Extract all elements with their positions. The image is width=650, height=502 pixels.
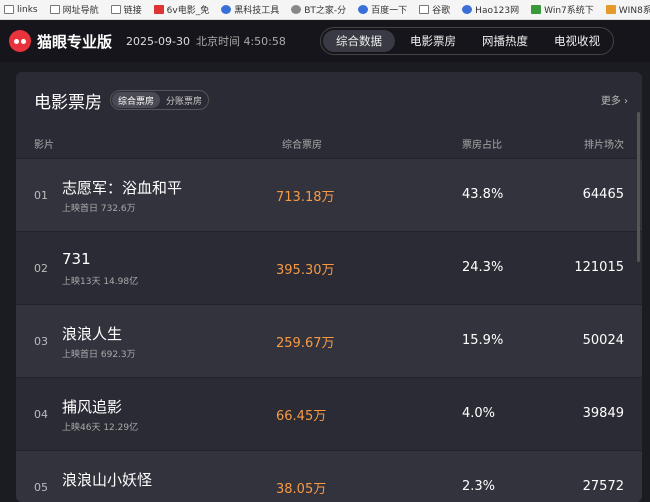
bookmark-label: WIN8系统 — [618, 6, 650, 16]
box-office-toggle: 综合票房 分账票房 — [110, 90, 210, 110]
col-film: 影片 — [34, 139, 54, 151]
chevron-right-icon: › — [624, 96, 628, 107]
folder-icon — [4, 5, 14, 14]
bookmark-nav[interactable]: 网址导航 — [49, 3, 99, 16]
bookmark-label: 6v电影_免 — [166, 6, 210, 16]
bookmark-label: 谷歌 — [432, 6, 451, 16]
nav-comprehensive-data[interactable]: 综合数据 — [323, 30, 395, 52]
bookmark-bt[interactable]: BT之家-分 — [291, 3, 346, 16]
table-row[interactable]: 02 731 上映13天 14.98亿 395.30万 24.3% 121015 — [16, 231, 642, 304]
row-subtitle: 上映13天 14.98亿 — [62, 277, 139, 287]
cat-eye-logo-icon[interactable] — [9, 30, 31, 52]
row-rank: 04 — [34, 408, 48, 421]
main-nav: 综合数据 电影票房 网播热度 电视收视 — [320, 27, 614, 55]
row-title: 浪浪山小妖怪 — [62, 471, 153, 489]
row-rank: 05 — [34, 481, 48, 494]
app-header: 猫眼专业版 2025-09-30 北京时间 4:50:58 综合数据 电影票房 … — [0, 20, 650, 62]
bookmark-label: Win7系统下 — [544, 6, 594, 16]
bookmark-label: 链接 — [123, 6, 142, 16]
row-box-office: 713.18万 — [276, 190, 335, 205]
row-box-office: 66.45万 — [276, 409, 327, 424]
bookmark-links[interactable]: links — [4, 5, 38, 15]
table-body: 01 志愿军：浴血和平 上映首日 732.6万 713.18万 43.8% 64… — [16, 158, 642, 502]
row-rank: 03 — [34, 335, 48, 348]
row-title: 731 — [62, 250, 91, 268]
bookmark-label: Hao123网 — [475, 6, 520, 16]
box-office-panel: 电影票房 综合票房 分账票房 更多 › 影片 综合票房 票房占比 排片场次 01… — [16, 72, 642, 502]
row-shows: 121015 — [574, 260, 624, 275]
nav-movie-box-office[interactable]: 电影票房 — [397, 28, 469, 54]
row-subtitle: 上映首日 692.3万 — [62, 350, 136, 360]
bookmarks-bar: links 网址导航 链接 6v电影_免 黑科技工具 BT之家-分 百度一下 谷… — [0, 0, 650, 20]
nav-web-heat[interactable]: 网播热度 — [469, 28, 541, 54]
row-shows: 39849 — [582, 406, 624, 421]
table-row[interactable]: 04 捕风追影 上映46天 12.29亿 66.45万 4.0% 39849 — [16, 377, 642, 450]
table-header: 影片 综合票房 票房占比 排片场次 — [16, 128, 642, 158]
row-box-office: 38.05万 — [276, 482, 327, 497]
row-title: 捕风追影 — [62, 398, 123, 416]
row-rank: 02 — [34, 262, 48, 275]
site-icon — [605, 5, 616, 14]
bookmark-label: 百度一下 — [371, 6, 408, 16]
folder-icon — [110, 5, 121, 14]
col-box-office: 综合票房 — [282, 139, 322, 151]
bookmark-win7[interactable]: Win7系统下 — [531, 3, 594, 16]
folder-icon — [49, 5, 60, 14]
row-ratio: 43.8% — [462, 187, 504, 202]
bookmark-hao123[interactable]: Hao123网 — [462, 3, 519, 16]
row-subtitle: 上映46天 12.29亿 — [62, 423, 139, 433]
row-title: 志愿军：浴血和平 — [62, 179, 183, 197]
site-icon — [221, 5, 232, 14]
site-icon — [153, 5, 164, 14]
beijing-time: 北京时间 4:50:58 — [195, 35, 286, 48]
bookmark-links2[interactable]: 链接 — [110, 3, 142, 16]
brand-name: 猫眼专业版 — [37, 32, 113, 51]
bookmark-label: links — [17, 4, 38, 15]
scrollbar[interactable] — [637, 112, 640, 262]
site-icon — [462, 5, 473, 14]
more-link[interactable]: 更多 › — [601, 92, 628, 107]
row-ratio: 24.3% — [462, 260, 504, 275]
row-ratio: 2.3% — [462, 479, 496, 494]
folder-icon — [419, 5, 430, 14]
col-ratio: 票房占比 — [462, 139, 502, 151]
table-row[interactable]: 03 浪浪人生 上映首日 692.3万 259.67万 15.9% 50024 — [16, 304, 642, 377]
row-shows: 27572 — [582, 479, 624, 494]
row-rank: 01 — [34, 189, 48, 202]
site-icon — [291, 5, 302, 14]
bookmark-win8[interactable]: WIN8系统 — [605, 3, 650, 16]
row-ratio: 4.0% — [462, 406, 496, 421]
bookmark-google[interactable]: 谷歌 — [419, 3, 450, 16]
row-title: 浪浪人生 — [62, 325, 123, 343]
site-icon — [531, 5, 542, 14]
row-shows: 50024 — [582, 333, 624, 348]
row-box-office: 395.30万 — [276, 263, 335, 278]
panel-title: 电影票房 — [34, 92, 102, 113]
row-subtitle: 上映首日 732.6万 — [62, 204, 136, 214]
toggle-comprehensive[interactable]: 综合票房 — [112, 92, 161, 108]
col-shows: 排片场次 — [584, 139, 624, 151]
nav-tv-ratings[interactable]: 电视收视 — [541, 28, 613, 54]
row-ratio: 15.9% — [462, 333, 504, 348]
bookmark-heikeji[interactable]: 黑科技工具 — [221, 3, 279, 16]
more-label: 更多 — [600, 96, 621, 107]
panel-header: 电影票房 综合票房 分账票房 更多 › — [16, 72, 642, 128]
row-shows: 64465 — [582, 187, 624, 202]
bookmark-label: 黑科技工具 — [234, 6, 280, 16]
table-row[interactable]: 05 浪浪山小妖怪 38.05万 2.3% 27572 — [16, 450, 642, 502]
site-icon — [358, 5, 369, 14]
row-box-office: 259.67万 — [276, 336, 335, 351]
bookmark-6v[interactable]: 6v电影_免 — [153, 3, 210, 16]
table-row[interactable]: 01 志愿军：浴血和平 上映首日 732.6万 713.18万 43.8% 64… — [16, 158, 642, 231]
bookmark-label: BT之家-分 — [304, 6, 347, 16]
toggle-split[interactable]: 分账票房 — [160, 94, 208, 107]
bookmark-label: 网址导航 — [62, 6, 99, 16]
bookmark-baidu[interactable]: 百度一下 — [358, 3, 407, 16]
current-date: 2025-09-30 — [126, 34, 190, 48]
